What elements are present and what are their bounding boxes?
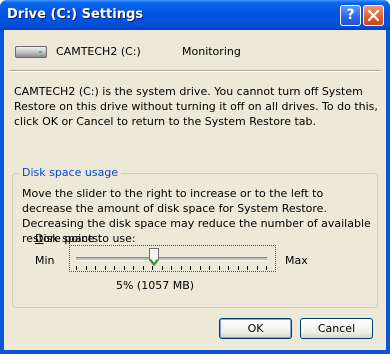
slider-tick: [86, 266, 87, 270]
slider-max-label: Max: [285, 254, 308, 267]
close-button[interactable]: [363, 5, 384, 26]
settings-dialog: Drive (C:) Settings ? CAMTECH2 (C:) Moni…: [0, 0, 390, 354]
slider-tick: [95, 266, 96, 270]
disk-space-group: Disk space usage Move the slider to the …: [12, 166, 378, 308]
slider-tick: [124, 266, 125, 270]
slider-label-text: isk space to use:: [43, 232, 136, 245]
disk-space-slider[interactable]: [69, 245, 276, 272]
slider-tick: [143, 266, 144, 270]
title-bar[interactable]: Drive (C:) Settings ?: [0, 0, 390, 30]
slider-thumb[interactable]: [149, 248, 159, 266]
slider-tick: [266, 266, 267, 270]
slider-tick: [162, 266, 163, 270]
window-title: Drive (C:) Settings: [7, 7, 143, 22]
cancel-button[interactable]: Cancel: [300, 318, 373, 339]
slider-tick: [219, 266, 220, 270]
slider-tick: [209, 266, 210, 270]
drive-description: CAMTECH2 (C:) is the system drive. You c…: [14, 85, 378, 128]
slider-tick: [228, 266, 229, 270]
disk-space-value: 5% (1057 MB): [115, 279, 195, 292]
slider-tick: [190, 266, 191, 270]
drive-name: CAMTECH2 (C:): [56, 45, 141, 58]
slider-tick: [76, 266, 77, 270]
slider-min-label: Min: [35, 254, 55, 267]
slider-tick: [181, 266, 182, 270]
slider-label: Disk space to use:: [35, 232, 136, 245]
close-icon: [367, 9, 380, 22]
ok-button[interactable]: OK: [219, 318, 292, 339]
slider-tick: [105, 266, 106, 270]
slider-tick: [238, 266, 239, 270]
slider-tick: [257, 266, 258, 270]
slider-tick: [133, 266, 134, 270]
slider-tick: [200, 266, 201, 270]
group-title: Disk space usage: [19, 166, 122, 179]
separator: [9, 70, 381, 72]
slider-tick: [114, 266, 115, 270]
drive-status: Monitoring: [182, 45, 241, 58]
slider-track: [76, 257, 267, 261]
help-button[interactable]: ?: [340, 5, 361, 26]
slider-tick: [152, 266, 153, 270]
dialog-body: CAMTECH2 (C:) Monitoring CAMTECH2 (C:) i…: [4, 30, 386, 350]
slider-tick: [171, 266, 172, 270]
slider-tick: [247, 266, 248, 270]
hard-drive-icon: [15, 46, 47, 58]
